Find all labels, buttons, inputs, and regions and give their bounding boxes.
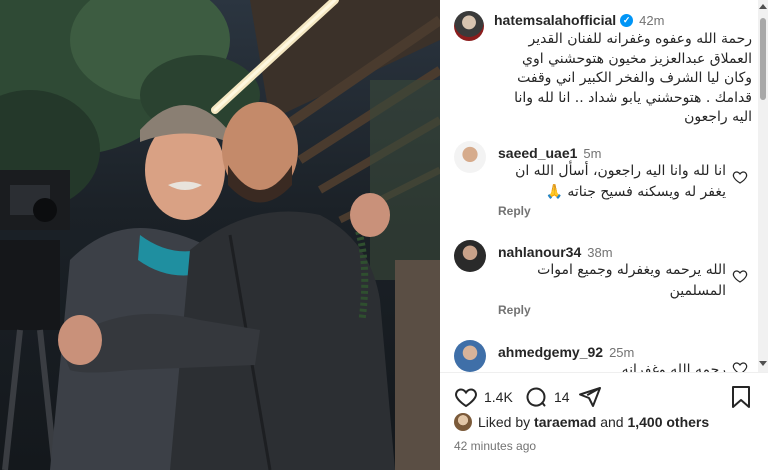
heart-icon[interactable] <box>454 385 478 409</box>
comment-username[interactable]: nahlanour34 <box>498 244 581 260</box>
post-time[interactable]: 42m <box>639 13 664 28</box>
post-photo <box>0 0 440 470</box>
comment-icon[interactable] <box>524 385 548 409</box>
scrollbar-thumb[interactable] <box>760 18 766 100</box>
reply-button[interactable]: Reply <box>498 204 531 218</box>
post-actions: 1.4K 14 Liked by taraemad and 1,400 othe… <box>440 372 768 470</box>
comment-text: رحمه الله وغفرانه <box>621 362 726 372</box>
comment-header: saeed_uae1 5m <box>498 145 601 161</box>
liked-by-prefix: Liked by <box>478 414 531 430</box>
liked-by-user[interactable]: taraemad <box>534 414 596 430</box>
liked-by-others[interactable]: 1,400 others <box>627 414 709 430</box>
bookmark-icon[interactable] <box>730 385 752 409</box>
photo-illustration <box>0 0 440 470</box>
liked-by-row: Liked by taraemad and 1,400 others <box>454 413 709 431</box>
post-timestamp: 42 minutes ago <box>454 439 537 453</box>
scroll-down-icon[interactable] <box>759 358 767 368</box>
comment-time: 25m <box>609 345 635 360</box>
caption-text: رحمة الله وعفوه وغفرانه للفنان القدير ال… <box>514 31 752 125</box>
comment-text: الله يرحمه ويغفرله وجميع اموات المسلمين <box>537 262 726 299</box>
comments-scroll-area[interactable]: hatemsalahofficial ✓ 42m رحمة الله وعفوه… <box>440 0 758 372</box>
liked-by-and: and <box>600 414 624 430</box>
heart-icon[interactable] <box>732 268 748 284</box>
liked-by-text: Liked by taraemad and 1,400 others <box>478 414 709 430</box>
comment-avatar[interactable] <box>454 340 486 372</box>
comment-avatar[interactable] <box>454 141 486 173</box>
comment-item: ahmedgemy_92 25m رحمه الله وغفرانه <box>454 340 754 372</box>
comments-count: 14 <box>554 389 570 405</box>
post-author-row: hatemsalahofficial ✓ 42m <box>494 12 664 28</box>
comment-username[interactable]: saeed_uae1 <box>498 145 577 161</box>
comment-item: nahlanour34 38m الله يرحمه ويغفرله وجميع… <box>454 240 754 320</box>
share-icon[interactable] <box>578 385 602 409</box>
post-author-avatar[interactable] <box>454 11 484 41</box>
likes-count: 1.4K <box>484 389 513 405</box>
comment-time: 38m <box>587 245 613 260</box>
comment-action[interactable]: 14 <box>524 385 570 409</box>
verified-icon: ✓ <box>620 13 634 27</box>
heart-icon[interactable] <box>732 169 748 185</box>
post-side-panel: hatemsalahofficial ✓ 42m رحمة الله وعفوه… <box>440 0 768 470</box>
comment-avatar[interactable] <box>454 240 486 272</box>
scroll-up-icon[interactable] <box>759 2 767 12</box>
comment-text: انا لله وانا اليه راجعون، أسأل الله ان ي… <box>515 163 726 200</box>
comment-header: ahmedgemy_92 25m <box>498 344 634 360</box>
like-action[interactable]: 1.4K <box>454 385 513 409</box>
comment-time: 5m <box>583 146 602 161</box>
liked-by-avatar[interactable] <box>454 413 472 431</box>
reply-button[interactable]: Reply <box>498 303 531 317</box>
save-action[interactable] <box>730 385 752 409</box>
heart-icon[interactable] <box>732 360 748 372</box>
share-action[interactable] <box>578 385 602 409</box>
comment-username[interactable]: ahmedgemy_92 <box>498 344 603 360</box>
comment-header: nahlanour34 38m <box>498 244 613 260</box>
post-author-username[interactable]: hatemsalahofficial <box>494 12 616 28</box>
comments-scrollbar[interactable] <box>758 0 768 372</box>
comment-item: saeed_uae1 5m انا لله وانا اليه راجعون، … <box>454 141 754 221</box>
